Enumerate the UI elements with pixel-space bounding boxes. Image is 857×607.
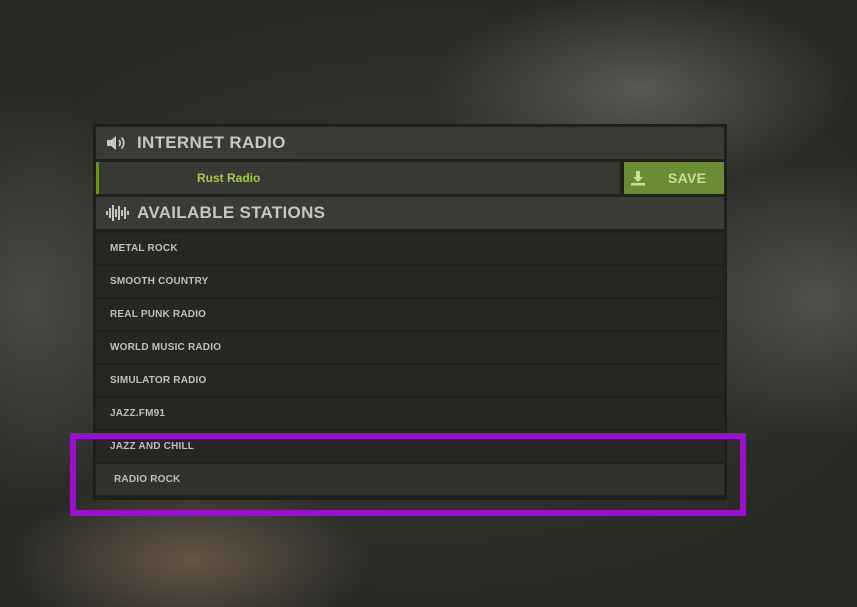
speaker-icon <box>105 133 129 153</box>
station-item[interactable]: METAL ROCK <box>96 233 724 264</box>
save-button-label: SAVE <box>668 170 707 186</box>
station-name: SIMULATOR RADIO <box>110 375 207 386</box>
internet-radio-header: INTERNET RADIO <box>96 127 724 159</box>
station-url-value: Rust Radio <box>197 171 261 185</box>
station-item[interactable]: WORLD MUSIC RADIO <box>96 332 724 363</box>
station-name: WORLD MUSIC RADIO <box>110 342 222 353</box>
save-button[interactable]: SAVE <box>624 162 724 194</box>
station-name: REAL PUNK RADIO <box>110 309 207 320</box>
available-stations-header: AVAILABLE STATIONS <box>96 197 724 229</box>
station-item[interactable]: SMOOTH COUNTRY <box>96 266 724 297</box>
panel-title: INTERNET RADIO <box>137 133 286 152</box>
station-item[interactable]: RADIO ROCK <box>96 464 724 495</box>
internet-radio-panel: INTERNET RADIO Rust Radio SAVE AVAILABLE… <box>93 124 727 500</box>
station-item[interactable]: SIMULATOR RADIO <box>96 365 724 396</box>
stations-section-title: AVAILABLE STATIONS <box>137 203 326 222</box>
station-url-input[interactable]: Rust Radio <box>96 162 620 194</box>
station-name: METAL ROCK <box>110 243 178 254</box>
station-name: SMOOTH COUNTRY <box>110 276 209 287</box>
station-item[interactable]: JAZZ AND CHILL <box>96 431 724 462</box>
station-name: RADIO ROCK <box>114 474 181 485</box>
station-name: JAZZ.FM91 <box>110 408 166 419</box>
station-item[interactable]: JAZZ.FM91 <box>96 398 724 429</box>
url-input-row: Rust Radio SAVE <box>96 162 724 194</box>
station-item[interactable]: REAL PUNK RADIO <box>96 299 724 330</box>
download-icon <box>629 169 647 187</box>
waveform-icon <box>105 203 129 223</box>
station-name: JAZZ AND CHILL <box>110 441 195 452</box>
stations-list: METAL ROCK SMOOTH COUNTRY REAL PUNK RADI… <box>96 233 724 497</box>
